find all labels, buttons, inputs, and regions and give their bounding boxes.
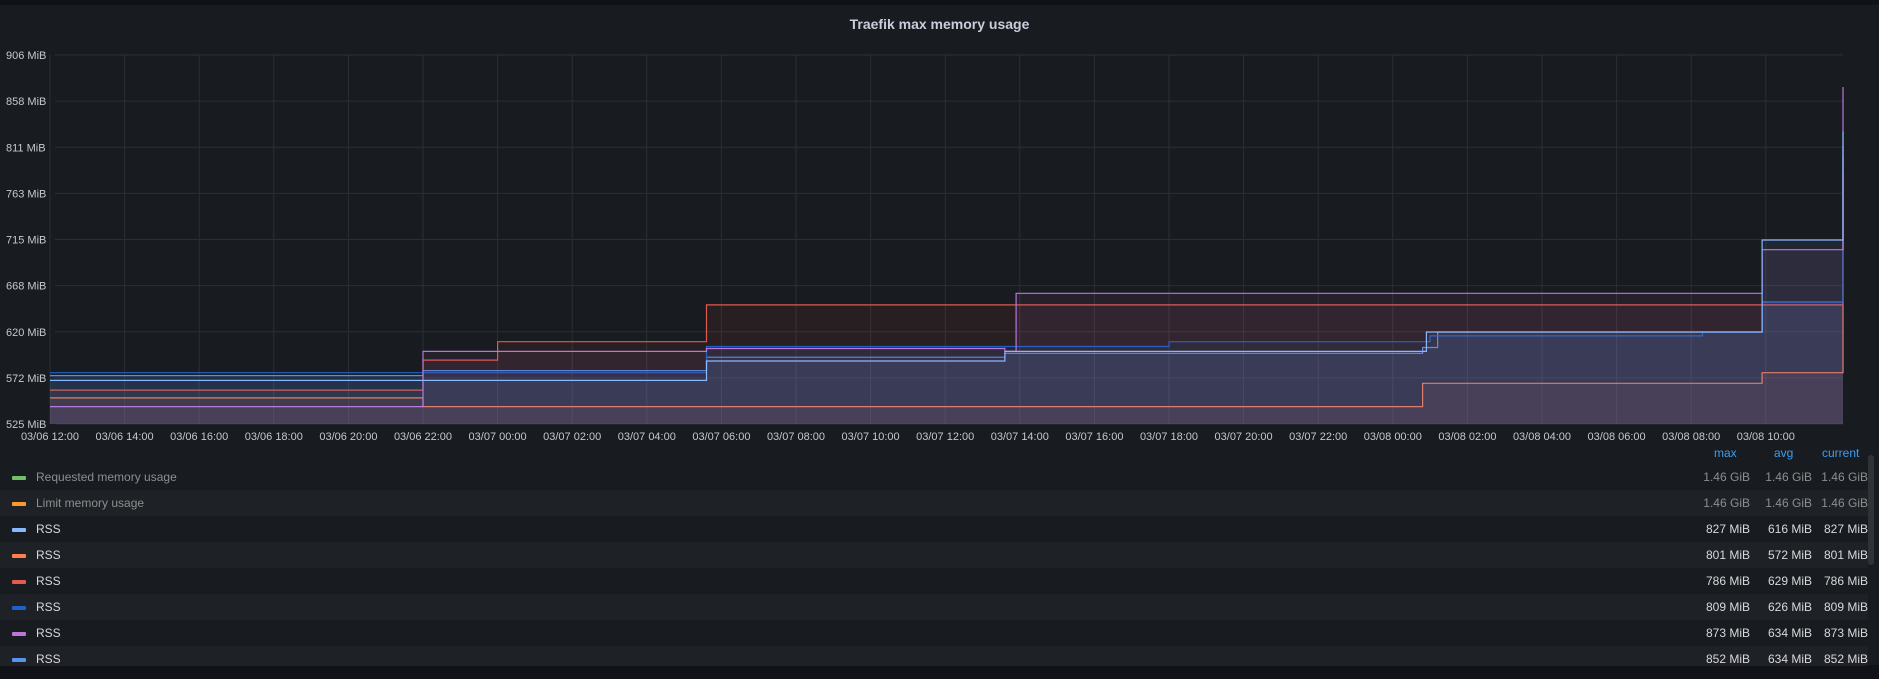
legend-value-max: 873 MiB	[1705, 626, 1750, 640]
legend-value-current: 801 MiB	[1823, 548, 1868, 562]
x-tick-label: 03/07 10:00	[842, 431, 900, 443]
legend-value-current: 1.46 GiB	[1821, 470, 1868, 484]
y-tick-label: 620 MiB	[6, 327, 46, 339]
legend-value-max: 809 MiB	[1705, 600, 1750, 614]
x-tick-label: 03/07 00:00	[469, 431, 527, 443]
y-tick-label: 668 MiB	[6, 281, 46, 293]
legend-row[interactable]: RSS 801 MiB 572 MiB 801 MiB	[0, 542, 1868, 568]
x-tick-label: 03/07 22:00	[1289, 431, 1347, 443]
legend-value-max: 852 MiB	[1705, 652, 1750, 666]
x-tick-label: 03/06 14:00	[96, 431, 154, 443]
x-tick-label: 03/07 08:00	[767, 431, 825, 443]
x-tick-label: 03/07 02:00	[543, 431, 601, 443]
y-tick-label: 858 MiB	[6, 96, 46, 108]
x-tick-label: 03/07 18:00	[1140, 431, 1198, 443]
legend-row[interactable]: RSS 873 MiB 634 MiB 873 MiB	[0, 620, 1868, 646]
legend-value-max: 1.46 GiB	[1703, 470, 1750, 484]
legend-value-current: 873 MiB	[1823, 626, 1868, 640]
series-color-swatch[interactable]	[12, 554, 26, 558]
legend-series-name[interactable]: RSS	[36, 574, 61, 588]
legend-row[interactable]: RSS 809 MiB 626 MiB 809 MiB	[0, 594, 1868, 620]
x-tick-label: 03/07 04:00	[618, 431, 676, 443]
x-tick-label: 03/06 12:00	[21, 431, 79, 443]
legend-value-max: 786 MiB	[1705, 574, 1750, 588]
legend-row[interactable]: Limit memory usage 1.46 GiB 1.46 GiB 1.46 G…	[0, 490, 1868, 516]
legend-header-avg[interactable]: avg	[1774, 446, 1804, 464]
x-tick-label: 03/06 16:00	[170, 431, 228, 443]
x-tick-label: 03/06 20:00	[319, 431, 377, 443]
y-tick-label: 906 MiB	[6, 50, 46, 62]
x-tick-label: 03/08 06:00	[1588, 431, 1646, 443]
memory-chart[interactable]: 906 MiB 858 MiB 811 MiB 763 MiB 715 MiB 668 M…	[0, 5, 1879, 445]
series-color-swatch[interactable]	[12, 580, 26, 584]
series-color-swatch[interactable]	[12, 528, 26, 532]
legend-value-current: 827 MiB	[1823, 522, 1868, 536]
x-tick-label: 03/07 14:00	[991, 431, 1049, 443]
graph-panel: Traefik max memory usage 906 MiB 858 MiB 8…	[0, 5, 1879, 666]
legend-series-name[interactable]: RSS	[36, 600, 61, 614]
legend-scrollbar[interactable]	[1868, 455, 1874, 565]
x-tick-label: 03/06 22:00	[394, 431, 452, 443]
y-tick-label: 763 MiB	[6, 188, 46, 200]
legend-row[interactable]: RSS 827 MiB 616 MiB 827 MiB	[0, 516, 1868, 542]
legend-series-name[interactable]: Requested memory usage	[36, 470, 177, 484]
x-tick-label: 03/06 18:00	[245, 431, 303, 443]
legend-series-name[interactable]: RSS	[36, 652, 61, 666]
series-color-swatch[interactable]	[12, 606, 26, 610]
legend-header-current[interactable]: current	[1822, 446, 1866, 464]
legend-series-name[interactable]: RSS	[36, 522, 61, 536]
legend: max avg current Requested memory usage 1.…	[0, 446, 1868, 666]
x-tick-label: 03/08 08:00	[1662, 431, 1720, 443]
legend-value-current: 1.46 GiB	[1821, 496, 1868, 510]
series-color-swatch[interactable]	[12, 476, 26, 480]
x-tick-label: 03/07 12:00	[916, 431, 974, 443]
legend-series-name[interactable]: RSS	[36, 548, 61, 562]
legend-value-current: 786 MiB	[1823, 574, 1868, 588]
y-tick-label: 811 MiB	[6, 142, 46, 154]
legend-header-max[interactable]: max	[1714, 446, 1750, 464]
legend-value-max: 1.46 GiB	[1703, 496, 1750, 510]
legend-row[interactable]: RSS 786 MiB 629 MiB 786 MiB	[0, 568, 1868, 594]
y-tick-label: 715 MiB	[6, 235, 46, 247]
legend-value-current: 809 MiB	[1823, 600, 1868, 614]
x-tick-label: 03/07 06:00	[692, 431, 750, 443]
x-tick-label: 03/08 00:00	[1364, 431, 1422, 443]
legend-row[interactable]: Requested memory usage 1.46 GiB 1.46 GiB 1.…	[0, 464, 1868, 490]
legend-value-max: 827 MiB	[1705, 522, 1750, 536]
series-color-swatch[interactable]	[12, 502, 26, 506]
y-tick-label: 525 MiB	[6, 419, 46, 431]
legend-value-max: 801 MiB	[1705, 548, 1750, 562]
series-color-swatch[interactable]	[12, 632, 26, 636]
legend-series-name[interactable]: RSS	[36, 626, 61, 640]
x-tick-label: 03/08 04:00	[1513, 431, 1571, 443]
series-color-swatch[interactable]	[12, 658, 26, 662]
x-tick-label: 03/07 16:00	[1065, 431, 1123, 443]
x-tick-label: 03/08 02:00	[1438, 431, 1496, 443]
legend-series-name[interactable]: Limit memory usage	[36, 496, 144, 510]
legend-row[interactable]: RSS 852 MiB 634 MiB 852 MiB	[0, 646, 1868, 666]
x-tick-label: 03/07 20:00	[1215, 431, 1273, 443]
legend-value-current: 852 MiB	[1823, 652, 1868, 666]
x-tick-label: 03/08 10:00	[1737, 431, 1795, 443]
y-tick-label: 572 MiB	[6, 373, 46, 385]
